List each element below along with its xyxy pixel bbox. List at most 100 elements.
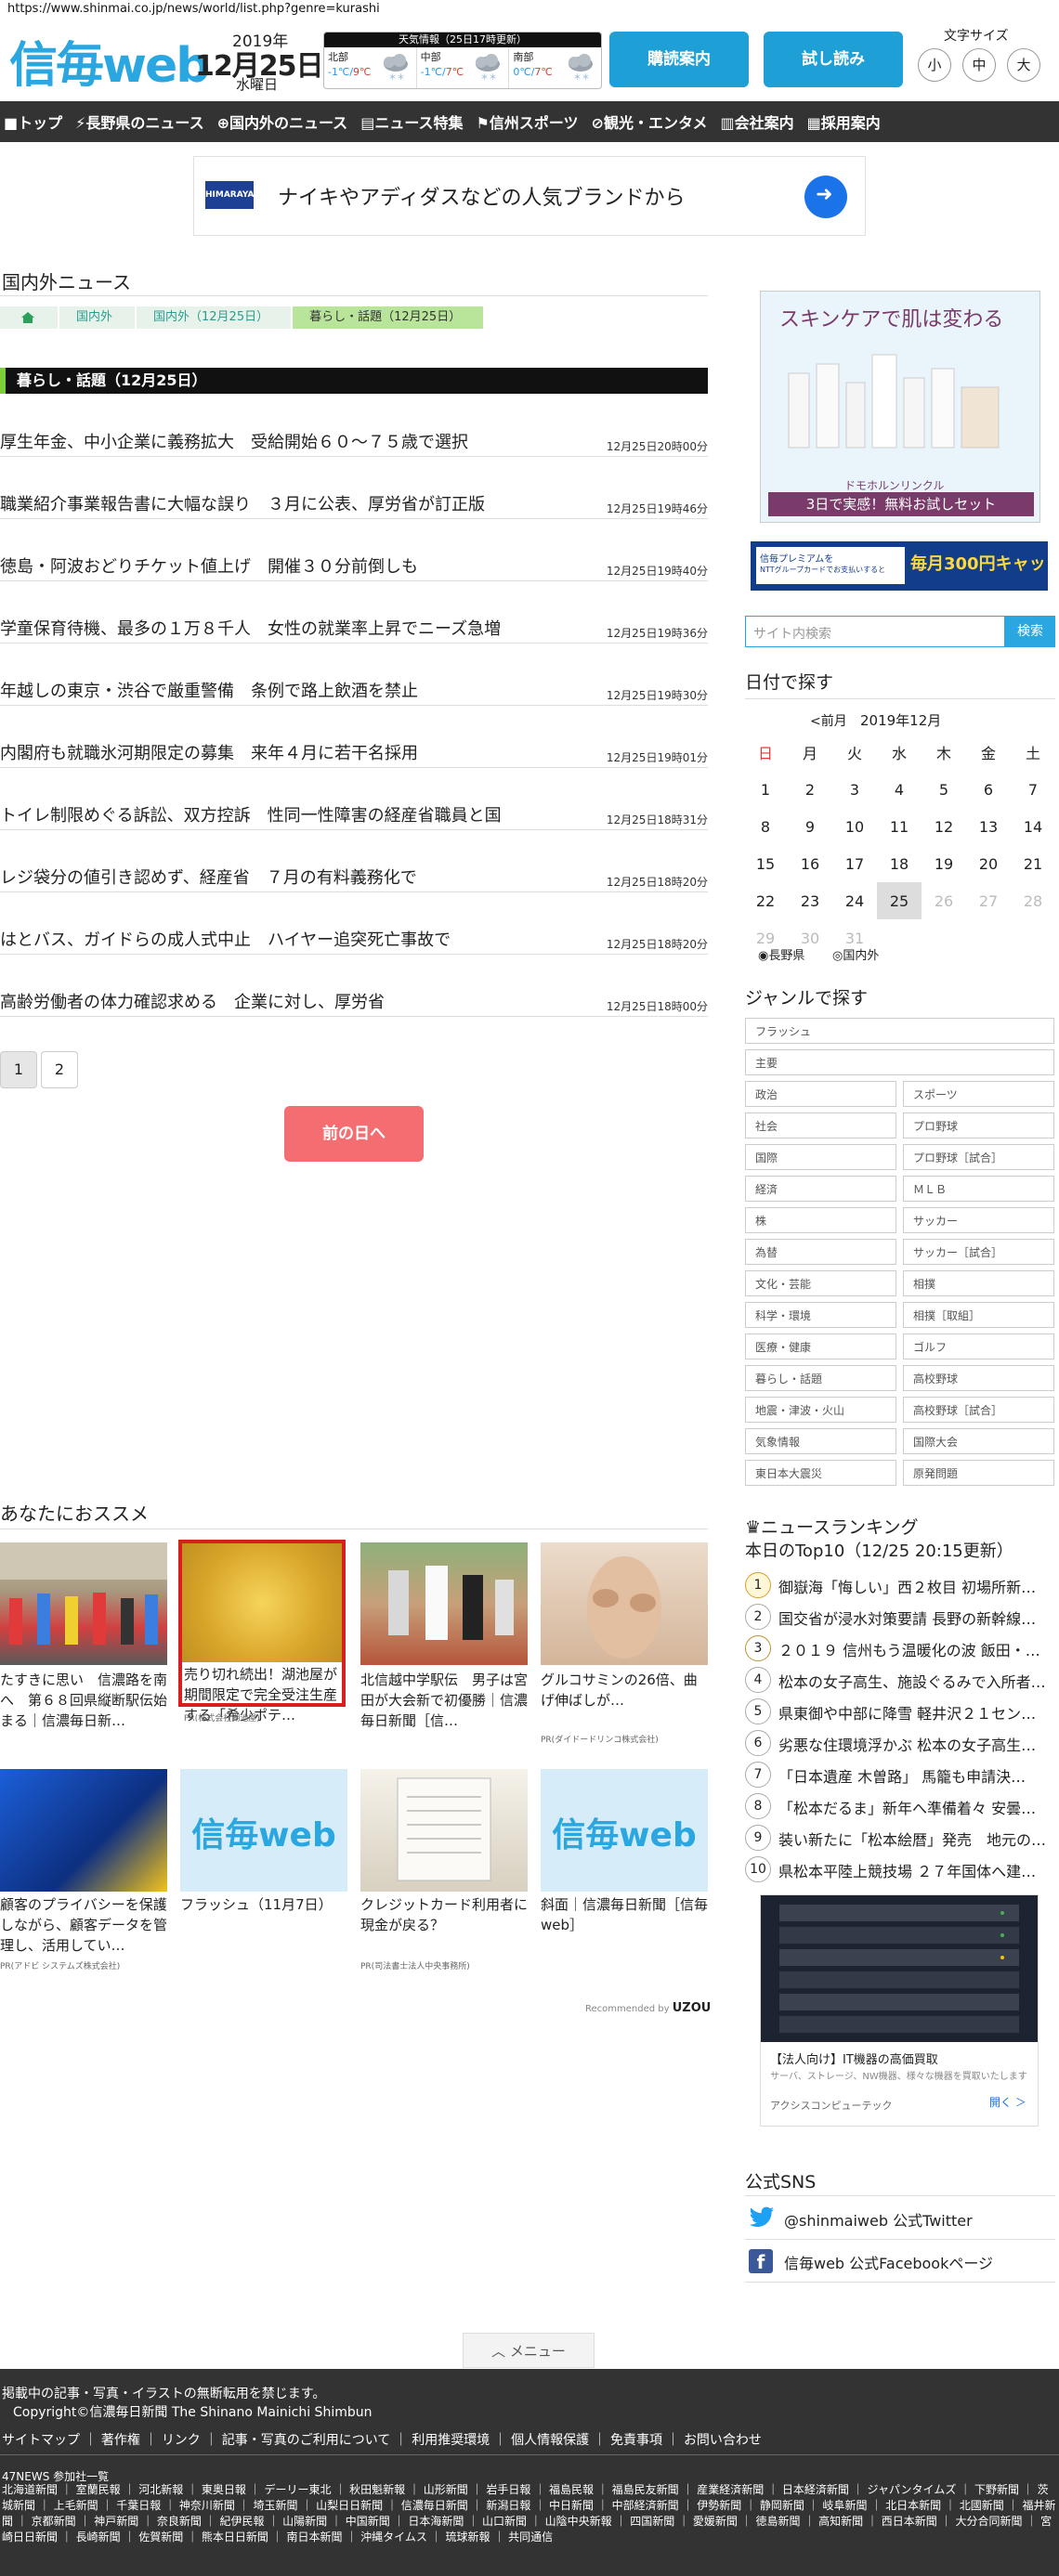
footer-link[interactable]: 著作権 xyxy=(101,2433,140,2448)
genre-item[interactable]: 為替 xyxy=(745,1239,896,1265)
news-title[interactable]: 職業紹介事業報告書に大幅な誤り ３月に公表、厚労省が訂正版 xyxy=(0,491,485,515)
genre-item[interactable]: 経済 xyxy=(745,1176,896,1202)
card-image-adobe[interactable] xyxy=(0,1769,167,1892)
facebook-link[interactable]: f 信毎web 公式Facebookページ xyxy=(745,2240,1055,2283)
page-1-button[interactable]: 1 xyxy=(0,1051,37,1088)
trial-button[interactable]: 試し読み xyxy=(764,32,903,87)
cal-day[interactable]: 6 xyxy=(966,771,1011,808)
font-size-small-button[interactable]: 小 xyxy=(918,48,951,82)
ranking-item[interactable]: 4 松本の女子高生、施設ぐるみで入所者… xyxy=(745,1664,1055,1696)
ad-open-link[interactable]: 開く ＞ xyxy=(989,2094,1026,2110)
font-size-large-button[interactable]: 大 xyxy=(1007,48,1040,82)
nav-item-sports[interactable]: ⚑信州スポーツ xyxy=(477,111,579,133)
genre-item[interactable]: 科学・環境 xyxy=(745,1302,896,1328)
news-item[interactable]: トイレ制限めぐる訴訟、双方控訴 性同一性障害の経産省職員と国 12月25日18時3… xyxy=(0,802,708,830)
news-item[interactable]: 学童保育待機、最多の１万８千人 女性の就業率上昇でニーズ急増 12月25日19時3… xyxy=(0,616,708,644)
nav-item-feature[interactable]: ▤ニュース特集 xyxy=(360,111,463,133)
rank-title[interactable]: 県松本平陸上競技場 ２７年国体へ建… xyxy=(778,1859,1053,1881)
cal-day[interactable]: 20 xyxy=(966,845,1011,882)
card-image-shinmai-logo[interactable]: 信毎web xyxy=(541,1769,708,1892)
genre-item[interactable]: 相撲 xyxy=(903,1270,1054,1296)
ranking-item[interactable]: 1 御嶽海「悔しい」西２枚目 初場所新… xyxy=(745,1569,1055,1601)
cal-day[interactable]: 24 xyxy=(832,882,877,919)
cal-day[interactable]: 15 xyxy=(743,845,788,882)
page-2-button[interactable]: 2 xyxy=(41,1051,78,1088)
news-item[interactable]: 年越しの東京・渋谷で厳重警備 条例で路上飲酒を禁止 12月25日19時30分 xyxy=(0,678,708,706)
genre-item[interactable]: サッカー［試合］ xyxy=(903,1239,1054,1265)
genre-item[interactable]: 政治 xyxy=(745,1081,896,1107)
genre-item[interactable]: サッカー xyxy=(903,1207,1054,1233)
genre-item[interactable]: 国際 xyxy=(745,1144,896,1170)
rank-title[interactable]: 劣悪な住環境浮かぶ 松本の女子高生… xyxy=(778,1733,1053,1755)
cal-prev-link[interactable]: <前月 xyxy=(810,711,847,730)
news-item[interactable]: 徳島・阿波おどりチケット値上げ 開催３０分前倒しも 12月25日19時40分 xyxy=(0,553,708,581)
genre-item[interactable]: プロ野球［試合］ xyxy=(903,1144,1054,1170)
nav-item-top[interactable]: ■トップ xyxy=(4,111,62,133)
breadcrumb-item[interactable]: 国内外 xyxy=(59,306,136,329)
card-text[interactable]: クレジットカード利用者に現金が戻る？ xyxy=(360,1894,528,1935)
footer-link[interactable]: サイトマップ xyxy=(2,2433,80,2448)
cal-day[interactable]: 21 xyxy=(1011,845,1055,882)
genre-item[interactable]: 地震・津波・火山 xyxy=(745,1397,896,1423)
footer-link[interactable]: リンク xyxy=(162,2433,201,2448)
cal-day[interactable]: 10 xyxy=(832,808,877,845)
rank-title[interactable]: ２０１９ 信州もう温暖化の波 飯田・… xyxy=(778,1638,1053,1660)
news-item[interactable]: レジ袋分の値引き認めず、経産省 ７月の有料義務化で 12月25日18時20分 xyxy=(0,865,708,892)
nav-item-company[interactable]: ▥会社案内 xyxy=(720,111,793,133)
genre-item[interactable]: 文化・芸能 xyxy=(745,1270,896,1296)
cal-day[interactable]: 11 xyxy=(877,808,922,845)
news-item[interactable]: 高齢労働者の体力確認求める 企業に対し、厚労省 12月25日18時00分 xyxy=(0,989,708,1017)
ranking-item[interactable]: 6 劣悪な住環境浮かぶ 松本の女子高生… xyxy=(745,1727,1055,1759)
ranking-item[interactable]: 2 国交省が浸水対策要請 長野の新幹線… xyxy=(745,1601,1055,1633)
menu-toggle-button[interactable]: ︿ メニュー xyxy=(463,2333,595,2368)
premium-ad[interactable]: 信毎プレミアムをNTTグループカードでお支払いすると 毎月300円キャッシュバッ… xyxy=(751,541,1048,591)
genre-item[interactable]: ゴルフ xyxy=(903,1334,1054,1360)
card-image-relay[interactable] xyxy=(360,1542,528,1665)
news-item[interactable]: 内閣府も就職氷河期限定の募集 来年４月に若干名採用 12月25日19時01分 xyxy=(0,740,708,768)
rank-title[interactable]: 県東御や中部に降雪 軽井沢２１セン… xyxy=(778,1701,1053,1724)
cal-day[interactable]: 2 xyxy=(788,771,832,808)
top-banner-ad[interactable]: HIMARAYA ナイキやアディダスなどの人気ブランドから xyxy=(193,156,866,236)
card-image-chips[interactable] xyxy=(182,1543,342,1662)
cal-day[interactable]: 7 xyxy=(1011,771,1055,808)
ad-arrow-icon[interactable] xyxy=(804,176,847,218)
rank-title[interactable]: 松本の女子高生、施設ぐるみで入所者… xyxy=(778,1670,1053,1692)
site-logo[interactable]: 信毎web xyxy=(9,26,211,96)
news-item[interactable]: 職業紹介事業報告書に大幅な誤り ３月に公表、厚労省が訂正版 12月25日19時46… xyxy=(0,491,708,519)
genre-item[interactable]: スポーツ xyxy=(903,1081,1054,1107)
card-text[interactable]: 斜面｜信濃毎日新聞［信毎web］ xyxy=(541,1894,708,1935)
footer-link[interactable]: 個人情報保護 xyxy=(511,2433,589,2448)
it-ad[interactable]: 【法人向け】IT機器の高価買取 サーバ、ストレージ、NW機器、様々な機器を買取い… xyxy=(760,1894,1039,2127)
cal-day[interactable]: 16 xyxy=(788,845,832,882)
radio-nagano[interactable]: ◉長野県 xyxy=(758,945,804,963)
genre-item[interactable]: 社会 xyxy=(745,1112,896,1138)
genre-main[interactable]: 主要 xyxy=(745,1049,1054,1075)
cal-day[interactable]: 22 xyxy=(743,882,788,919)
card-text[interactable]: 顧客のプライバシーを保護しながら、顧客データを管理し、活用してい… xyxy=(0,1894,167,1956)
subscribe-button[interactable]: 購読案内 xyxy=(609,32,749,87)
search-input[interactable]: サイト内検索 xyxy=(745,616,1005,647)
card-text[interactable]: グルコサミンの26倍、曲げ伸ばしが… xyxy=(541,1670,708,1711)
genre-item[interactable]: プロ野球 xyxy=(903,1112,1054,1138)
cal-day[interactable]: 19 xyxy=(922,845,966,882)
genre-item[interactable]: ＭＬＢ xyxy=(903,1176,1054,1202)
genre-item[interactable]: 株 xyxy=(745,1207,896,1233)
genre-item[interactable]: 気象情報 xyxy=(745,1428,896,1454)
cal-day[interactable]: 13 xyxy=(966,808,1011,845)
genre-item[interactable]: 相撲［取組］ xyxy=(903,1302,1054,1328)
rank-title[interactable]: 「松本だるま」新年へ準備着々 安曇… xyxy=(778,1796,1053,1818)
cal-day[interactable]: 5 xyxy=(922,771,966,808)
card-image-marathon[interactable] xyxy=(0,1542,167,1665)
rank-title[interactable]: 「日本遺産 木曽路」 馬籠も申請決… xyxy=(778,1764,1053,1787)
skincare-ad[interactable]: スキンケアで肌は変わる ドモホルンリンクル 3日で実感！無料お試しセット xyxy=(760,291,1040,523)
genre-item[interactable]: 国際大会 xyxy=(903,1428,1054,1454)
twitter-link[interactable]: @shinmaiweb 公式Twitter xyxy=(745,2197,1055,2240)
news-title[interactable]: 内閣府も就職氷河期限定の募集 来年４月に若干名採用 xyxy=(0,740,418,764)
cal-day[interactable]: 4 xyxy=(877,771,922,808)
nav-item-recruit[interactable]: ▦採用案内 xyxy=(807,111,881,133)
footer-link[interactable]: 記事・写真のご利用について xyxy=(222,2433,391,2448)
news-item[interactable]: 厚生年金、中小企業に義務拡大 受給開始６０～７５歳で選択 12月25日20時00分 xyxy=(0,429,708,457)
cal-day[interactable]: 18 xyxy=(877,845,922,882)
cal-day[interactable]: 3 xyxy=(832,771,877,808)
genre-flash[interactable]: フラッシュ xyxy=(745,1018,1054,1044)
